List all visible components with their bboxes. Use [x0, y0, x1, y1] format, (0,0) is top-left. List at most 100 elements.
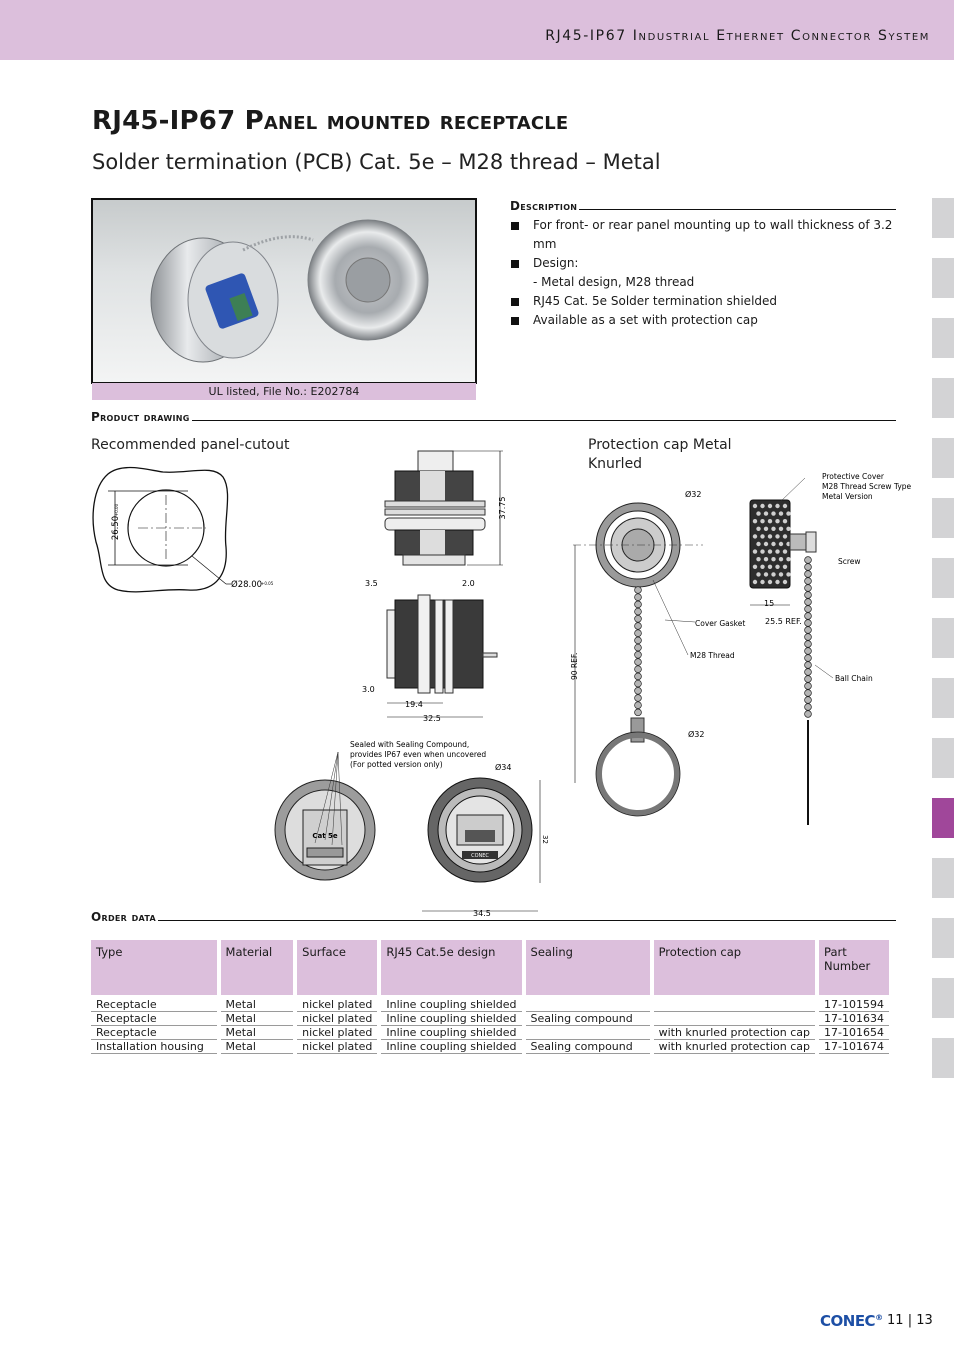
receptacle-profile-view: 3.5 2.0 3.0 19.4 32.5 — [362, 579, 498, 723]
heading-rule — [579, 209, 896, 210]
knurl-mark — [778, 526, 784, 531]
dim-front: 3.0 — [362, 685, 375, 694]
knurl-mark — [771, 541, 776, 547]
table-cell: with knurled protection cap — [653, 1026, 816, 1040]
knurl-mark — [763, 511, 769, 516]
col-type: Type — [91, 940, 217, 995]
col-sealing: Sealing — [525, 940, 650, 995]
knurl-mark — [775, 519, 780, 524]
callout-cover-line2: M28 Thread Screw Type — [822, 482, 912, 491]
page-number: 11 | 13 — [887, 1313, 933, 1328]
side-tab[interactable] — [932, 498, 954, 538]
order-data-heading-text: Order data — [91, 910, 157, 924]
cap-front-view — [573, 502, 703, 588]
cap-width-dim: 15 — [764, 599, 774, 608]
receptacle-top-view: 37.75 — [384, 450, 507, 566]
chain-ball — [804, 577, 812, 585]
side-tab[interactable] — [932, 378, 954, 418]
chain-ball — [634, 687, 642, 695]
col-part-number: Part Number — [819, 940, 889, 995]
side-tab-active[interactable] — [932, 798, 954, 838]
bullet-icon — [511, 260, 519, 268]
knurl-mark — [752, 549, 758, 554]
knurl-mark — [775, 579, 780, 585]
knurl-mark — [752, 564, 758, 569]
potted-front-view: Cat 5e — [274, 751, 376, 881]
ring-diameter-dim: Ø32 — [688, 729, 704, 739]
chain-ball — [804, 689, 812, 697]
bullet-icon — [511, 317, 519, 325]
knurl-mark — [767, 534, 773, 539]
knurl-mark — [756, 557, 761, 562]
table-row: Installation housing Metal nickel plated In… — [91, 1040, 889, 1054]
side-tab[interactable] — [932, 1038, 954, 1078]
bullet-icon — [511, 298, 519, 306]
knurl-mark — [760, 519, 765, 524]
bullet-icon — [511, 222, 519, 230]
product-photo — [91, 198, 477, 384]
side-tab[interactable] — [932, 198, 954, 238]
side-tab[interactable] — [932, 858, 954, 898]
side-tab[interactable] — [932, 978, 954, 1018]
chain-ball — [804, 703, 812, 711]
callout-gasket: Cover Gasket — [695, 619, 745, 628]
knurl-mark — [752, 503, 758, 509]
knurl-mark — [756, 572, 761, 577]
side-tab[interactable] — [932, 618, 954, 658]
product-drawing-heading-text: Product drawing — [91, 410, 190, 424]
knurl-mark — [760, 503, 765, 509]
knurl-mark — [782, 549, 788, 554]
knurl-mark — [771, 511, 776, 516]
side-tab[interactable] — [932, 258, 954, 298]
knurl-mark — [782, 503, 788, 509]
knurl-mark — [778, 572, 784, 577]
knurl-mark — [782, 579, 788, 585]
chain-ball — [634, 643, 642, 652]
side-tab[interactable] — [932, 438, 954, 478]
chain-ball — [804, 640, 812, 648]
registered-mark: ® — [875, 1313, 883, 1322]
side-tab[interactable] — [932, 918, 954, 958]
knurl-mark — [778, 557, 784, 562]
page-current: 11 — [887, 1313, 904, 1328]
chain-ball — [804, 626, 812, 634]
side-tab[interactable] — [932, 318, 954, 358]
chain-ball — [634, 658, 642, 666]
chain-ball — [634, 701, 642, 709]
side-tab[interactable] — [932, 678, 954, 718]
table-cell: Receptacle — [91, 995, 217, 1012]
knurl-mark — [775, 503, 780, 509]
chain-ball — [804, 612, 812, 620]
knurl-mark — [786, 572, 791, 577]
callout-cover-line3: Metal Version — [822, 492, 873, 501]
product-drawing-heading: Product drawing — [91, 410, 896, 424]
chain-ball — [634, 672, 642, 681]
table-cell: Installation housing — [91, 1040, 217, 1054]
chain-ball — [634, 651, 642, 659]
knurl-mark — [767, 549, 773, 554]
side-tab[interactable] — [932, 738, 954, 778]
chain-ball — [804, 633, 812, 641]
chain-ball — [634, 607, 642, 616]
chain-ball — [804, 556, 812, 564]
knurl-mark — [756, 541, 761, 547]
table-cell: nickel plated — [297, 1012, 378, 1026]
side-tab[interactable] — [932, 558, 954, 598]
knurl-mark — [786, 511, 791, 516]
cap-diameter-dim: Ø32 — [685, 489, 701, 499]
chain-ball — [804, 682, 812, 690]
dim-to-nut: 19.4 — [405, 700, 423, 709]
sealing-note-line3: (For potted version only) — [350, 760, 443, 769]
knurl-mark — [763, 526, 769, 531]
knurl-mark — [767, 503, 773, 509]
knurl-mark — [763, 572, 769, 577]
chain-ball — [804, 598, 812, 606]
table-cell: nickel plated — [297, 1040, 378, 1054]
table-cell — [653, 995, 816, 1012]
chain-ball — [804, 696, 812, 704]
dim-nut: 2.0 — [462, 579, 475, 588]
heading-rule — [191, 420, 896, 421]
cutout-diameter-tolerance: +0.05 — [261, 581, 274, 586]
table-row: Receptacle Metal nickel plated Inline coupl… — [91, 1026, 889, 1040]
chain-ball — [804, 563, 812, 571]
